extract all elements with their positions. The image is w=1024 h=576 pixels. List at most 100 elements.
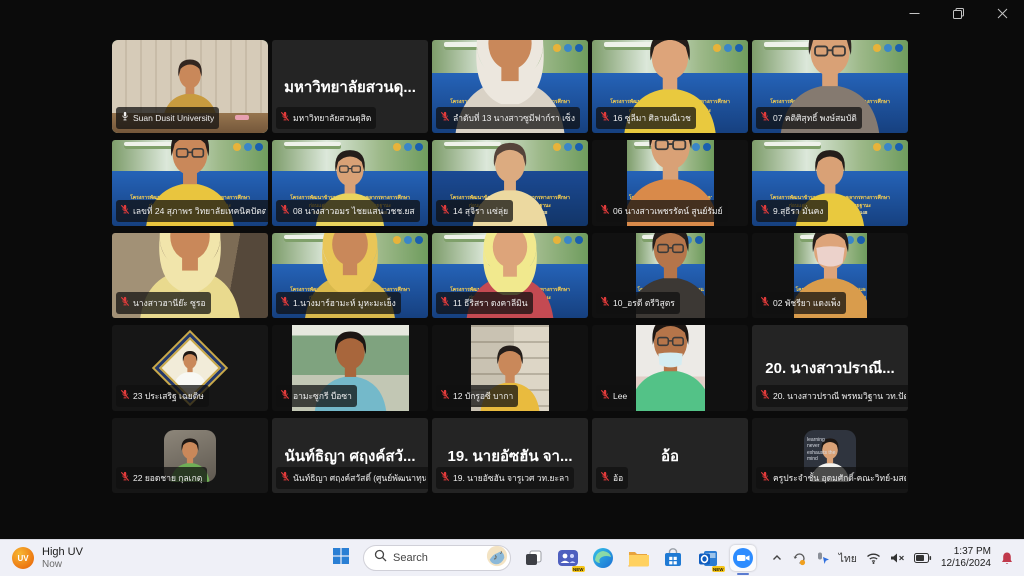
new-badge: NEW [572, 566, 586, 572]
mic-muted-icon [440, 294, 450, 312]
mic-muted-icon [120, 202, 130, 220]
mic-muted-icon [600, 387, 610, 405]
participant-name: 10_อรดี ตรีวิสูตร [613, 296, 675, 310]
participant-nameplate: อ้อ [596, 467, 628, 489]
participant-name: 02 พัชรียา แดงเพ็ง [773, 296, 841, 310]
battery-icon[interactable] [914, 553, 932, 563]
clock-time: 1:37 PM [941, 546, 991, 558]
start-button[interactable] [328, 545, 354, 571]
participant-tile[interactable]: โครงการพัฒนาข้าราชการครูและบุคลากรทางการ… [592, 140, 748, 226]
participant-name: 20. นางสาวปราณี พรหมวิฐาน วท.ปัตตานี [773, 389, 906, 403]
participant-tile[interactable]: learning never exhausts the mindครูประจำ… [752, 418, 908, 493]
participant-nameplate: ลำดับที่ 13 นางสาวซูมีฟาก์รา เซ็ง [436, 107, 580, 129]
participant-tile[interactable]: อ้ออ้อ [592, 418, 748, 493]
search-input[interactable]: Search ♪♪ [363, 545, 511, 571]
participant-tile[interactable]: 12 บักรูอซี บากา [432, 325, 588, 411]
mic-muted-icon [760, 387, 770, 405]
mic-muted-icon [600, 469, 610, 487]
participant-tile[interactable]: โครงการพัฒนาข้าราชการครูและบุคลากรทางการ… [752, 140, 908, 226]
mic-muted-icon [440, 469, 450, 487]
participant-name: 12 บักรูอซี บากา [453, 389, 513, 403]
file-explorer-icon[interactable] [625, 545, 651, 571]
participant-nameplate: นันท์ธิญา ศฤงค์สวัสดิ์ (ศูนย์พัฒนาทุนมนุ… [276, 467, 428, 489]
restore-button[interactable] [936, 0, 980, 30]
desk-object [235, 115, 249, 120]
system-tray: ไทย 1:37 PM 12/16/2024 [771, 540, 1014, 576]
participant-tile[interactable]: โครงการพัฒนาข้าราชการครูและบุคลากรทางการ… [432, 40, 588, 133]
language-indicator[interactable]: ไทย [839, 550, 857, 567]
pinned-apps: NEWNEW [520, 545, 756, 571]
participant-nameplate: มหาวิทยาลัยสวนดุสิต [276, 107, 376, 129]
minimize-button[interactable] [892, 0, 936, 30]
edge-icon[interactable] [590, 545, 616, 571]
outlook-icon[interactable]: NEW [695, 545, 721, 571]
participant-tile[interactable]: Lee [592, 325, 748, 411]
participant-tile[interactable]: นันท์ธิญา ศฤงค์สวั...นันท์ธิญา ศฤงค์สวัส… [272, 418, 428, 493]
svg-text:♪: ♪ [493, 552, 497, 561]
participant-tile[interactable]: Suan Dusit University [112, 40, 268, 133]
mic-muted-icon [600, 202, 610, 220]
participant-tile[interactable]: โครงการพัฒนาข้าราชการครูและบุคลากรทางการ… [592, 40, 748, 133]
participant-tile[interactable]: โครงการพัฒนาข้าราชการครูและบุคลากรทางการ… [592, 233, 748, 318]
participant-tile[interactable]: โครงการพัฒนาข้าราชการครูและบุคลากรทางการ… [432, 233, 588, 318]
mic-on-icon [120, 109, 130, 127]
participant-nameplate: 20. นางสาวปราณี พรหมวิฐาน วท.ปัตตานี [756, 385, 908, 407]
participant-tile[interactable]: โครงการพัฒนาข้าราชการครูและบุคลากรทางการ… [752, 233, 908, 318]
participant-nameplate: 06 นางสาวเพชรรัตน์ สูนย์รัมย์ [596, 200, 728, 222]
mic-muted-icon [760, 294, 770, 312]
weather-label: High UV [42, 546, 83, 559]
volume-muted-icon[interactable] [890, 552, 905, 564]
clock[interactable]: 1:37 PM 12/16/2024 [941, 546, 991, 570]
participant-name: 22 ยอดชาย กุลเกตุ [133, 471, 202, 485]
participant-name: อามะซูกรี บือซา [293, 389, 352, 403]
participant-tile[interactable]: 20. นางสาวปราณี...20. นางสาวปราณี พรหมวิ… [752, 325, 908, 411]
participant-name: 19. นายอัซฮัน จารูเวศ วท.ยะลา [453, 471, 569, 485]
close-icon [997, 6, 1008, 24]
participant-tile[interactable]: 23 ประเสริฐ เฉยดิษ [112, 325, 268, 411]
participant-tile[interactable]: โครงการพัฒนาข้าราชการครูและบุคลากรทางการ… [272, 140, 428, 226]
mic-muted-icon [440, 387, 450, 405]
sync-status-icon[interactable] [792, 551, 807, 566]
participant-name: 14 สุจิรา แซ่ลุ่ย [453, 204, 508, 218]
participant-name: Suan Dusit University [133, 113, 214, 123]
participant-video [636, 325, 705, 411]
hidden-icons-chevron-icon[interactable] [771, 552, 783, 564]
participant-nameplate: 11 ธีริสรา ดงคาลีมิน [436, 292, 533, 314]
task-view-icon[interactable] [520, 545, 546, 571]
participant-tile[interactable]: นางสาวฮานีย๊ะ ซูรอ [112, 233, 268, 318]
participant-nameplate: ครูประจำชั้น อุดมศักดิ์-คณะวิทย์-มสด. [756, 467, 908, 489]
mic-muted-icon [760, 109, 770, 127]
participant-nameplate: Suan Dusit University [116, 107, 219, 129]
teams-icon[interactable]: NEW [555, 545, 581, 571]
participant-name: 23 ประเสริฐ เฉยดิษ [133, 389, 204, 403]
mic-muted-icon [280, 294, 290, 312]
participant-nameplate: 16 ซูลีมา ศิลามณีเวช [596, 107, 696, 129]
participant-name: 07 คติศิสุทธิ์ พงษ์สมบัติ [773, 111, 857, 125]
search-icon [374, 549, 387, 567]
participant-tile[interactable]: โครงการพัฒนาข้าราชการครูและบุคลากรทางการ… [432, 140, 588, 226]
weather-widget[interactable]: UV High UV Now [12, 540, 83, 576]
participant-tile[interactable]: โครงการพัฒนาข้าราชการครูและบุคลากรทางการ… [272, 233, 428, 318]
participant-nameplate: เลขที่ 24 สุภาพร วิทยาลัยเทคนิคปัตตานี [116, 200, 268, 222]
participant-nameplate: 07 คติศิสุทธิ์ พงษ์สมบัติ [756, 107, 862, 129]
wifi-icon[interactable] [866, 552, 881, 564]
meeting-window: Suan Dusit University มหาวิทยาลัยสวนดุ...… [0, 0, 1024, 576]
participant-name: นางสาวฮานีย๊ะ ซูรอ [133, 296, 206, 310]
clock-date: 12/16/2024 [941, 558, 991, 570]
svg-text:♪: ♪ [500, 550, 503, 556]
close-button[interactable] [980, 0, 1024, 30]
participant-nameplate: 9.สุธิรา มั่นคง [756, 200, 828, 222]
participant-tile[interactable]: 22 ยอดชาย กุลเกตุ [112, 418, 268, 493]
zoom-icon[interactable] [730, 545, 756, 571]
participant-tile[interactable]: โครงการพัฒนาข้าราชการครูและบุคลากรทางการ… [112, 140, 268, 226]
participant-tile[interactable]: 19. นายอัซฮัน จา...19. นายอัซฮัน จารูเวศ… [432, 418, 588, 493]
participant-nameplate: นางสาวฮานีย๊ะ ซูรอ [116, 292, 211, 314]
participant-tile[interactable]: โครงการพัฒนาข้าราชการครูและบุคลากรทางการ… [752, 40, 908, 133]
notification-bell-icon[interactable] [1000, 551, 1014, 565]
store-icon[interactable] [660, 545, 686, 571]
participant-tile[interactable]: อามะซูกรี บือซา [272, 325, 428, 411]
location-in-use-icon[interactable] [816, 551, 830, 565]
mic-muted-icon [280, 109, 290, 127]
participant-tile[interactable]: มหาวิทยาลัยสวนดุ...มหาวิทยาลัยสวนดุสิต [272, 40, 428, 133]
participant-name: Lee [613, 391, 627, 401]
